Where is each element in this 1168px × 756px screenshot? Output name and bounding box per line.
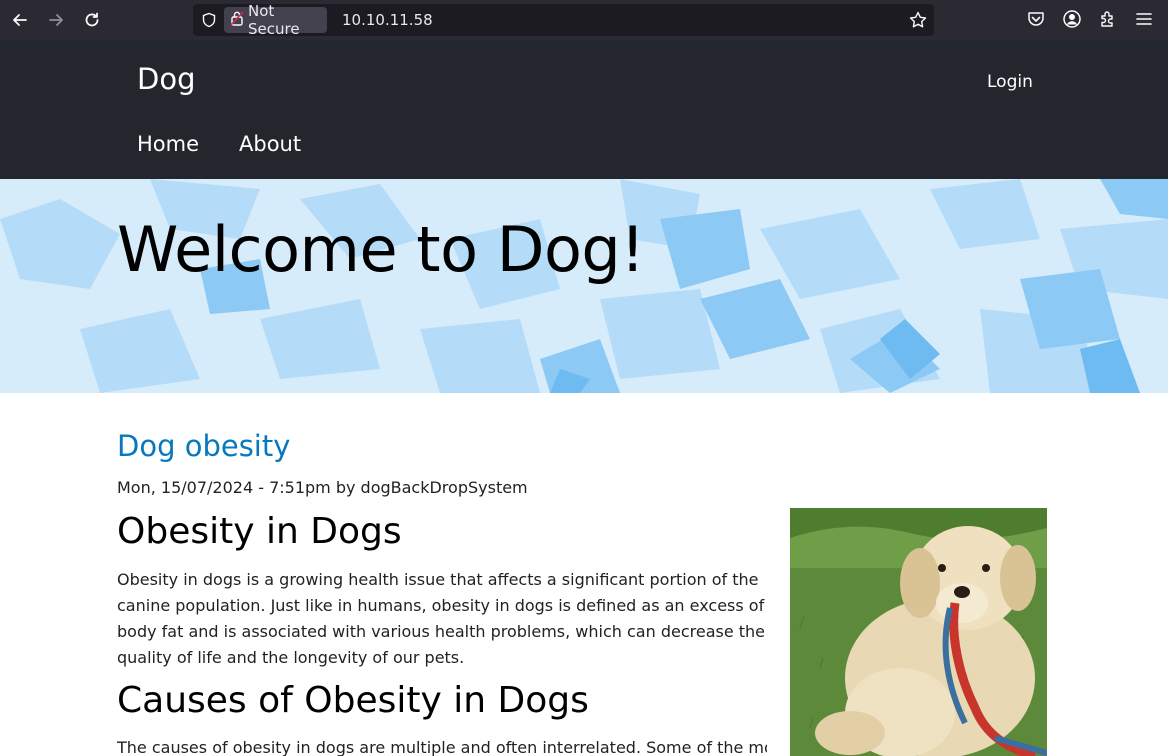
security-label: Not Secure bbox=[248, 2, 300, 38]
menu-hamburger-icon[interactable] bbox=[1134, 9, 1154, 33]
address-bar[interactable]: Not Secure 10.10.11.58 bbox=[193, 2, 934, 38]
post-heading-causes: Causes of Obesity in Dogs bbox=[117, 680, 589, 721]
dog-photo bbox=[790, 508, 1047, 756]
post-paragraph-intro: Obesity in dogs is a growing health issu… bbox=[117, 570, 766, 667]
url-text[interactable]: 10.10.11.58 bbox=[342, 11, 433, 29]
account-icon[interactable] bbox=[1062, 9, 1082, 33]
nav-home[interactable]: Home bbox=[137, 132, 199, 156]
hero-banner: Welcome to Dog! bbox=[0, 179, 1168, 393]
pocket-icon[interactable] bbox=[1026, 9, 1046, 33]
browser-toolbar: Not Secure 10.10.11.58 bbox=[0, 0, 1168, 40]
bookmark-star-icon[interactable] bbox=[908, 10, 928, 34]
post-meta: Mon, 15/07/2024 - 7:51pm by dogBackDropS… bbox=[117, 478, 528, 497]
hero-background-pattern bbox=[0, 179, 1168, 393]
reload-icon[interactable] bbox=[81, 9, 103, 31]
nav-about[interactable]: About bbox=[239, 132, 301, 156]
site-brand[interactable]: Dog bbox=[137, 62, 195, 96]
hero-title: Welcome to Dog! bbox=[117, 213, 645, 286]
forward-icon[interactable] bbox=[45, 9, 67, 31]
post-paragraph-causes: The causes of obesity in dogs are multip… bbox=[117, 738, 767, 756]
main-navigation: Home About bbox=[137, 132, 301, 156]
back-icon[interactable] bbox=[9, 9, 31, 31]
site-security-indicator[interactable]: Not Secure bbox=[224, 2, 327, 38]
insecure-lock-icon bbox=[230, 10, 244, 30]
post-title-link[interactable]: Dog obesity bbox=[117, 429, 290, 463]
post-heading-obesity: Obesity in Dogs bbox=[117, 511, 402, 552]
tracking-protection-shield-icon[interactable] bbox=[201, 12, 217, 32]
site-header: Dog Login Home About bbox=[0, 40, 1168, 179]
extensions-icon[interactable] bbox=[1098, 9, 1118, 33]
login-link[interactable]: Login bbox=[987, 72, 1033, 92]
